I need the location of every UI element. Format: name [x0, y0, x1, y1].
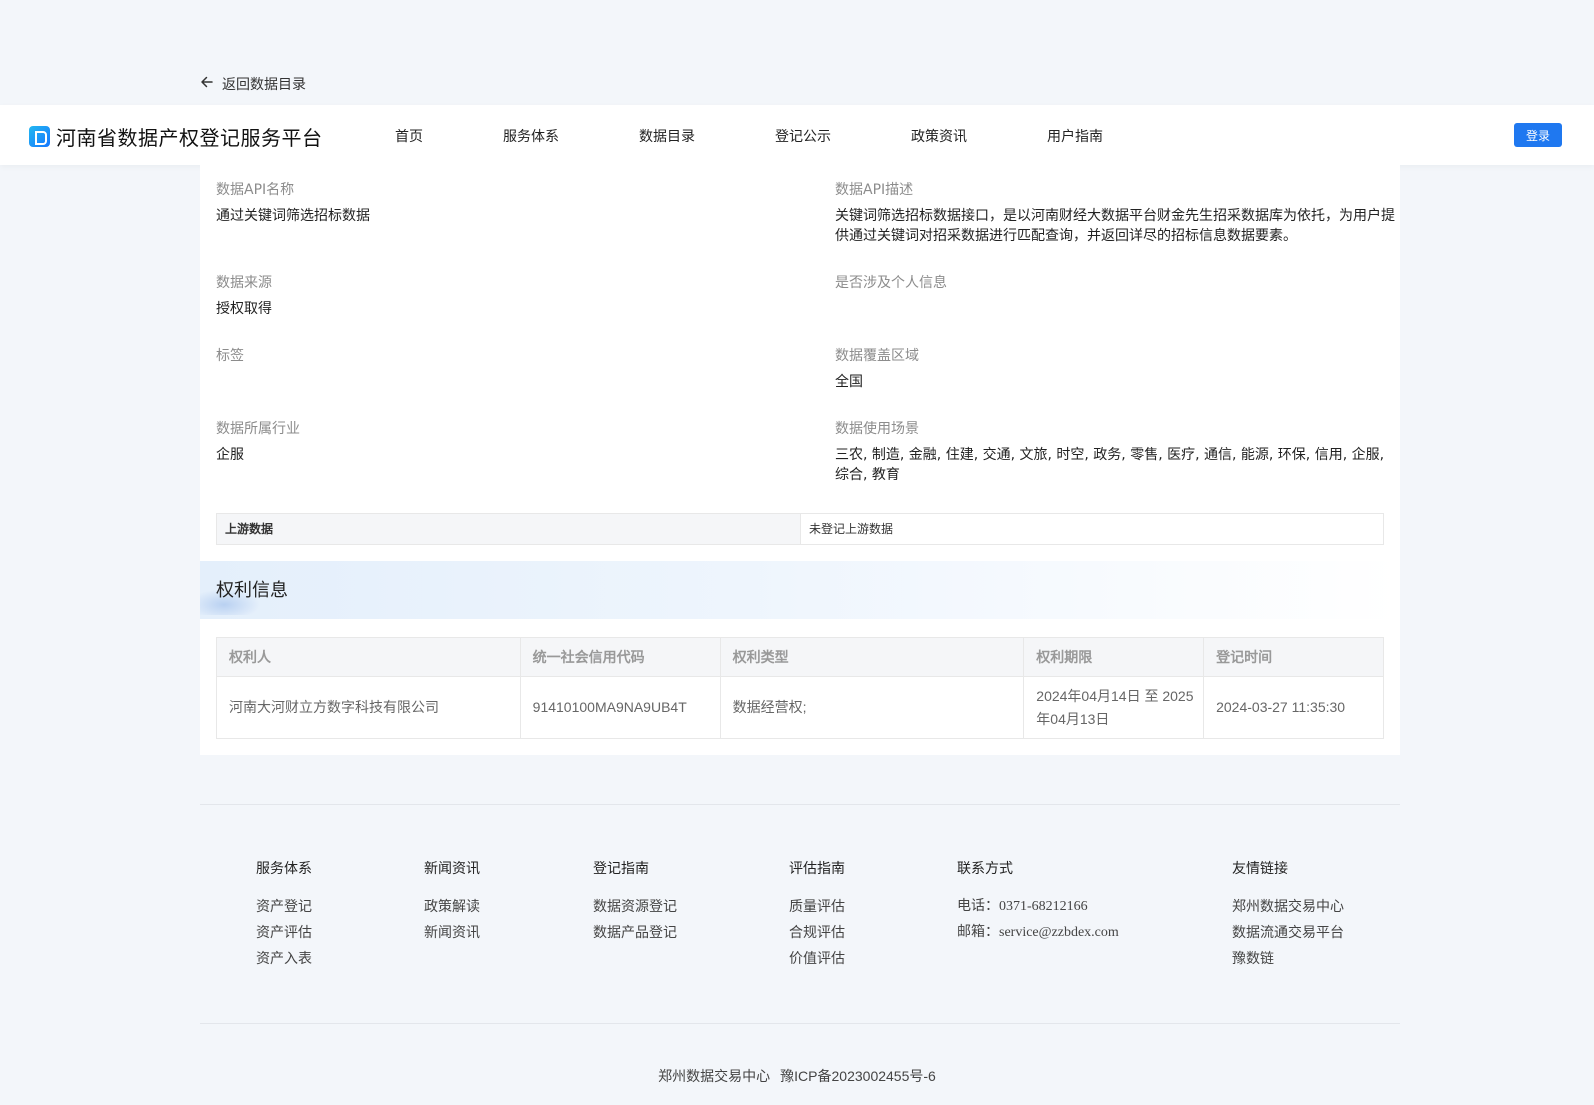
arrow-left-icon — [200, 75, 214, 93]
rights-table: 权利人 统一社会信用代码 权利类型 权利期限 登记时间 河南大河财立方数字科技有… — [216, 637, 1384, 739]
nav-home[interactable]: 首页 — [395, 126, 423, 146]
footer-link[interactable]: 资产入表 — [256, 950, 312, 976]
field-label: 数据API名称 — [216, 182, 295, 198]
platform-logo-icon — [29, 126, 50, 147]
field-label: 数据覆盖区域 — [835, 348, 919, 364]
field-coverage-region: 数据覆盖区域 全国 — [835, 346, 1395, 392]
footer-link[interactable]: 豫数链 — [1232, 950, 1344, 976]
field-data-source: 数据来源 授权取得 — [216, 273, 776, 319]
footer-col-news: 新闻资讯 政策解读 新闻资讯 — [424, 858, 480, 950]
field-label: 标签 — [216, 348, 244, 364]
field-usage-scenarios: 数据使用场景 三农, 制造, 金融, 住建, 交通, 文旅, 时空, 政务, 零… — [835, 419, 1395, 485]
field-label: 数据来源 — [216, 275, 272, 291]
footer-col-friend-links: 友情链接 郑州数据交易中心 数据流通交易平台 豫数链 — [1232, 858, 1344, 976]
nav-registration-notice[interactable]: 登记公示 — [775, 126, 831, 146]
footer-col-title: 联系方式 — [957, 861, 1013, 877]
footer-link[interactable]: 数据流通交易平台 — [1232, 924, 1344, 950]
table-header-row: 权利人 统一社会信用代码 权利类型 权利期限 登记时间 — [216, 637, 1384, 677]
footer-link[interactable]: 政策解读 — [424, 898, 480, 924]
nav-service-system[interactable]: 服务体系 — [503, 126, 559, 146]
column-header: 权利类型 — [719, 637, 1025, 677]
field-value: 授权取得 — [216, 301, 272, 317]
nav-policy-news[interactable]: 政策资讯 — [911, 126, 967, 146]
field-label: 数据所属行业 — [216, 421, 300, 437]
footer-divider-top — [200, 804, 1400, 805]
column-header: 统一社会信用代码 — [519, 637, 721, 677]
copyright-line: 郑州数据交易中心 豫ICP备2023002455号-6 — [0, 1066, 1594, 1086]
field-personal-info: 是否涉及个人信息 — [835, 273, 1395, 299]
field-api-name: 数据API名称 通过关键词筛选招标数据 — [216, 180, 776, 226]
upstream-value: 未登记上游数据 — [809, 522, 894, 536]
nav-data-catalog[interactable]: 数据目录 — [639, 126, 695, 146]
login-button[interactable]: 登录 — [1514, 123, 1562, 147]
rights-holder-cell: 河南大河财立方数字科技有限公司 — [216, 676, 521, 739]
footer-col-title: 友情链接 — [1232, 861, 1288, 877]
footer-link[interactable]: 合规评估 — [789, 924, 845, 950]
footer-link[interactable]: 郑州数据交易中心 — [1232, 898, 1344, 924]
column-header: 权利期限 — [1023, 637, 1205, 677]
field-value: 三农, 制造, 金融, 住建, 交通, 文旅, 时空, 政务, 零售, 医疗, … — [835, 447, 1385, 483]
footer-divider-bottom — [200, 1023, 1400, 1024]
footer-link[interactable]: 资产登记 — [256, 898, 312, 924]
platform-title: 河南省数据产权登记服务平台 — [56, 126, 323, 150]
table-row: 河南大河财立方数字科技有限公司 91410100MA9NA9UB4T 数据经营权… — [216, 676, 1384, 739]
footer-link[interactable]: 数据资源登记 — [593, 898, 677, 924]
footer-col-evaluation-guide: 评估指南 质量评估 合规评估 价值评估 — [789, 858, 845, 976]
upstream-data-row: 上游数据 未登记上游数据 — [216, 513, 1384, 545]
contact-email: 邮箱：service@zzbdex.com — [957, 925, 1119, 940]
footer-link[interactable]: 质量评估 — [789, 898, 845, 924]
nav-user-guide[interactable]: 用户指南 — [1047, 126, 1103, 146]
footer-col-title: 新闻资讯 — [424, 861, 480, 877]
field-value: 企服 — [216, 447, 244, 463]
field-label: 数据API描述 — [835, 182, 914, 198]
rights-type-cell: 数据经营权; — [719, 676, 1025, 739]
field-label: 是否涉及个人信息 — [835, 275, 947, 291]
field-label: 数据使用场景 — [835, 421, 919, 437]
field-tags: 标签 — [216, 346, 776, 372]
footer-col-contact: 联系方式 电话：0371-68212166 邮箱：service@zzbdex.… — [957, 858, 1119, 950]
column-header: 权利人 — [216, 637, 521, 677]
footer-link[interactable]: 资产评估 — [256, 924, 312, 950]
upstream-label: 上游数据 — [217, 514, 801, 544]
column-header: 登记时间 — [1203, 637, 1384, 677]
rights-section-header: 权利信息 — [200, 561, 1400, 619]
field-api-description: 数据API描述 关键词筛选招标数据接口，是以河南财经大数据平台财金先生招采数据库… — [835, 180, 1395, 246]
rights-period-cell: 2024年04月14日 至 2025年04月13日 — [1023, 676, 1205, 739]
footer-col-title: 登记指南 — [593, 861, 649, 877]
back-to-catalog-link[interactable]: 返回数据目录 — [200, 74, 306, 94]
field-industry: 数据所属行业 企服 — [216, 419, 776, 465]
contact-phone: 电话：0371-68212166 — [957, 899, 1088, 914]
footer-col-title: 评估指南 — [789, 861, 845, 877]
credit-code-cell: 91410100MA9NA9UB4T — [519, 676, 721, 739]
section-title: 权利信息 — [216, 580, 288, 601]
footer-link[interactable]: 价值评估 — [789, 950, 845, 976]
footer-col-title: 服务体系 — [256, 861, 312, 877]
field-value: 关键词筛选招标数据接口，是以河南财经大数据平台财金先生招采数据库为依托，为用户提… — [835, 208, 1395, 244]
footer-link[interactable]: 数据产品登记 — [593, 924, 677, 950]
footer-link[interactable]: 新闻资讯 — [424, 924, 480, 950]
copyright-org: 郑州数据交易中心 — [658, 1068, 771, 1084]
field-value: 全国 — [835, 374, 863, 390]
footer-col-registration-guide: 登记指南 数据资源登记 数据产品登记 — [593, 858, 677, 950]
icp-number[interactable]: 豫ICP备2023002455号-6 — [780, 1068, 936, 1084]
detail-card: 数据API名称 通过关键词筛选招标数据 数据API描述 关键词筛选招标数据接口，… — [200, 165, 1400, 755]
footer-col-service: 服务体系 资产登记 资产评估 资产入表 — [256, 858, 312, 976]
back-link-label: 返回数据目录 — [222, 77, 306, 93]
registration-time-cell: 2024-03-27 11:35:30 — [1203, 676, 1384, 739]
top-navbar: 河南省数据产权登记服务平台 首页 服务体系 数据目录 登记公示 政策资讯 用户指… — [0, 105, 1594, 165]
field-value: 通过关键词筛选招标数据 — [216, 208, 370, 224]
brand[interactable]: 河南省数据产权登记服务平台 — [29, 122, 323, 151]
